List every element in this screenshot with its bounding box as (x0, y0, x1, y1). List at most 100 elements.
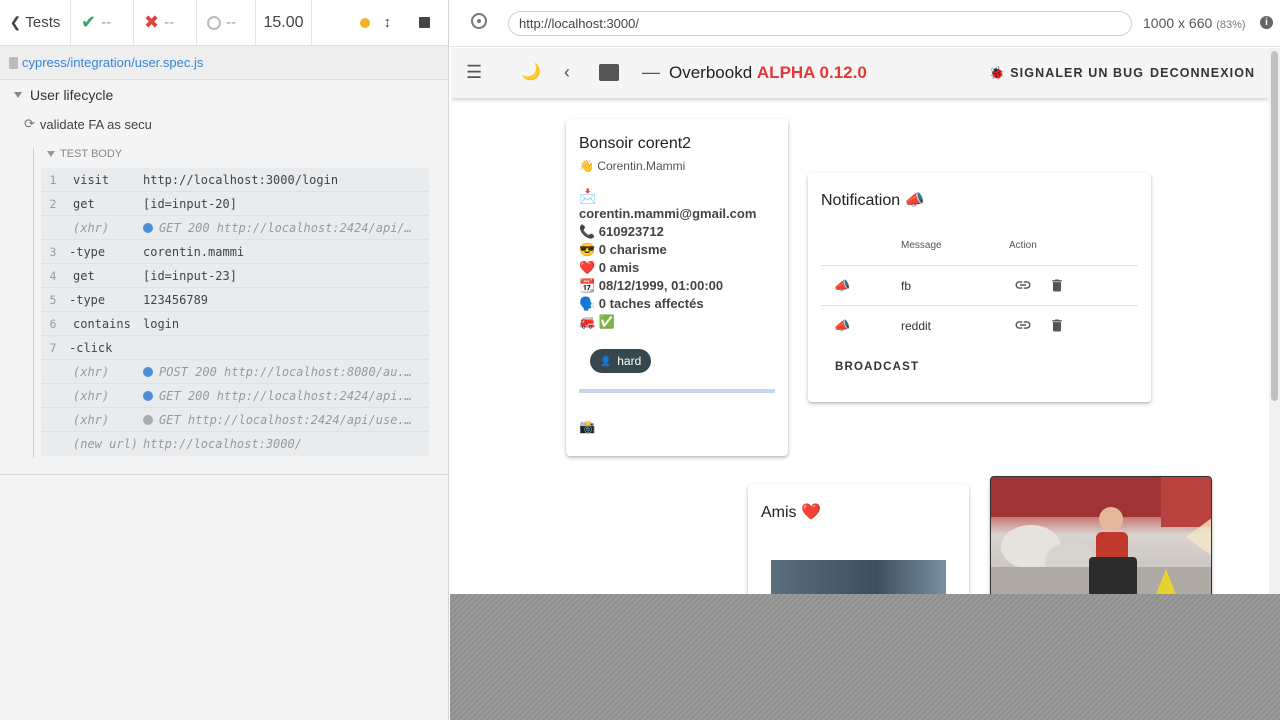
notification-row: 📣 fb (821, 265, 1138, 305)
command-number: 3 (49, 244, 57, 259)
selector-playground-icon[interactable] (471, 13, 487, 29)
back-label: Tests (25, 14, 61, 31)
xhr-row[interactable]: (xhr) POST 200 http://localhost:8080/au.… (41, 360, 429, 384)
notification-title: Notification 📣 (821, 192, 925, 209)
app-title: Overbookd ALPHA 0.12.0 (669, 63, 867, 83)
megaphone-icon: 📣 (834, 318, 851, 333)
pending-value: -- (226, 14, 236, 31)
minus-icon[interactable]: — (642, 62, 660, 82)
caret-down-icon (14, 92, 22, 98)
menu-icon[interactable]: ☰ (466, 62, 482, 82)
command-message: GET 200 http://localhost:2424/api/... (159, 220, 427, 235)
command-message: 123456789 (143, 292, 209, 307)
command-row[interactable]: 7 -click (41, 336, 429, 360)
person-icon: 👤 (600, 355, 612, 366)
scrollbar-thumb[interactable] (1271, 51, 1278, 401)
retry-icon: ⟳ (24, 116, 35, 131)
chevron-left-icon: ❮ (9, 14, 22, 30)
command-name: get (73, 268, 95, 283)
chevron-left-icon[interactable]: ‹ (564, 62, 570, 82)
command-row[interactable]: 1 visit http://localhost:3000/login (41, 168, 429, 192)
delete-icon[interactable] (1049, 277, 1065, 299)
friends-title: Amis ❤️ (761, 504, 821, 521)
command-name: (xhr) (73, 412, 110, 427)
charisma: 😎 0 charisme (579, 242, 667, 257)
viewport-info[interactable]: 1000 x 660 (83%) (1143, 15, 1246, 31)
team-chip[interactable]: 👤 hard (590, 349, 652, 373)
command-message-wrap: GET 200 http://localhost:2424/api/... (143, 221, 429, 235)
command-message: http://localhost:3000/ (143, 437, 302, 451)
command-message-wrap: GET http://localhost:2424/api/use... (143, 413, 429, 427)
pending-count[interactable]: -- (197, 0, 256, 45)
runner-header: ❮ Tests ✔ -- ✖ -- -- 15.00 ↕ (0, 0, 448, 46)
progress-bar (579, 389, 775, 393)
command-message: GET 200 http://localhost:2424/api... (159, 388, 420, 403)
link-icon[interactable] (1014, 316, 1032, 339)
stop-icon[interactable] (419, 17, 430, 28)
viewport-zoom: (83%) (1216, 19, 1246, 31)
window-icon[interactable] (599, 64, 619, 81)
autoscroll-icon[interactable]: ↕ (384, 14, 392, 31)
moon-icon[interactable]: 🌙 (521, 63, 541, 83)
xhr-status-dot (143, 222, 153, 233)
passed-count[interactable]: ✔ -- (71, 0, 134, 45)
command-message: [id=input-23] (143, 268, 237, 283)
command-name: (new url) (73, 437, 139, 451)
test-body-header[interactable]: TEST BODY (47, 148, 122, 160)
xhr-status-dot (143, 390, 153, 401)
test-row[interactable]: ⟳ validate FA as secu (24, 110, 152, 138)
command-row[interactable]: 2 get [id=input-20] (41, 192, 429, 216)
pending-circle-icon (207, 15, 221, 30)
duration: 15.00 (256, 0, 312, 45)
command-name: -type (69, 244, 106, 259)
xhr-pending-dot (143, 414, 153, 425)
failed-value: -- (164, 14, 175, 31)
command-row[interactable]: 5 -type 123456789 (41, 288, 429, 312)
friend-photo[interactable] (771, 560, 946, 594)
command-message: GET http://localhost:2424/api/use... (159, 412, 420, 427)
back-to-tests-button[interactable]: ❮ Tests (0, 0, 71, 45)
xhr-row[interactable]: (xhr) GET 200 http://localhost:2424/api.… (41, 384, 429, 408)
command-number: 6 (49, 316, 57, 331)
new-url-row[interactable]: (new url) http://localhost:3000/ (41, 432, 429, 456)
tasks: 🗣️ 0 taches affectés (579, 296, 704, 311)
command-log: 1 visit http://localhost:3000/login 2 ge… (41, 168, 429, 456)
command-row[interactable]: 4 get [id=input-23] (41, 264, 429, 288)
command-number: 1 (49, 172, 57, 187)
xhr-row[interactable]: (xhr) GET http://localhost:2424/api/use.… (41, 408, 429, 432)
test-title: validate FA as secu (39, 116, 152, 132)
logout-button[interactable]: DECONNEXION (1150, 66, 1255, 80)
transport: 🚒 ✅ (579, 314, 615, 329)
profile-photo-card[interactable] (990, 476, 1212, 594)
report-bug-button[interactable]: 🐞 SIGNALER UN BUG (989, 66, 1144, 81)
viewport-overflow-area (450, 594, 1280, 720)
command-number: 4 (49, 268, 57, 283)
app-name: Overbookd (669, 63, 753, 82)
column-header-message[interactable]: Message (901, 240, 942, 251)
url-field[interactable]: http://localhost:3000/ (508, 11, 1132, 36)
check-icon: ✔ (81, 12, 97, 32)
info-icon[interactable]: i (1260, 16, 1273, 29)
command-row[interactable]: 6 contains login (41, 312, 429, 336)
column-header-action[interactable]: Action (1009, 240, 1037, 251)
failed-count[interactable]: ✖ -- (134, 0, 197, 45)
username: 👋 Corentin.Mammi (579, 159, 686, 173)
command-name: contains (73, 316, 131, 331)
command-message: corentin.mammi (143, 244, 245, 259)
spec-file-link[interactable]: cypress/integration/user.spec.js (22, 55, 203, 70)
command-number: 7 (49, 340, 57, 355)
suite-row[interactable]: User lifecycle (14, 81, 113, 109)
notification-message: fb (901, 279, 912, 293)
spec-file-bar: cypress/integration/user.spec.js (0, 46, 448, 80)
broadcast-button[interactable]: BROADCAST (835, 361, 919, 373)
link-icon[interactable] (1014, 276, 1032, 299)
file-icon (9, 56, 18, 69)
xhr-row[interactable]: (xhr) GET 200 http://localhost:2424/api/… (41, 216, 429, 240)
camera-icon[interactable]: 📸 (579, 419, 775, 435)
delete-icon[interactable] (1049, 317, 1065, 339)
command-number: 5 (49, 292, 57, 307)
command-name: (xhr) (73, 388, 110, 403)
suite-title: User lifecycle (30, 87, 114, 103)
command-row[interactable]: 3 -type corentin.mammi (41, 240, 429, 264)
cross-icon: ✖ (144, 12, 160, 32)
